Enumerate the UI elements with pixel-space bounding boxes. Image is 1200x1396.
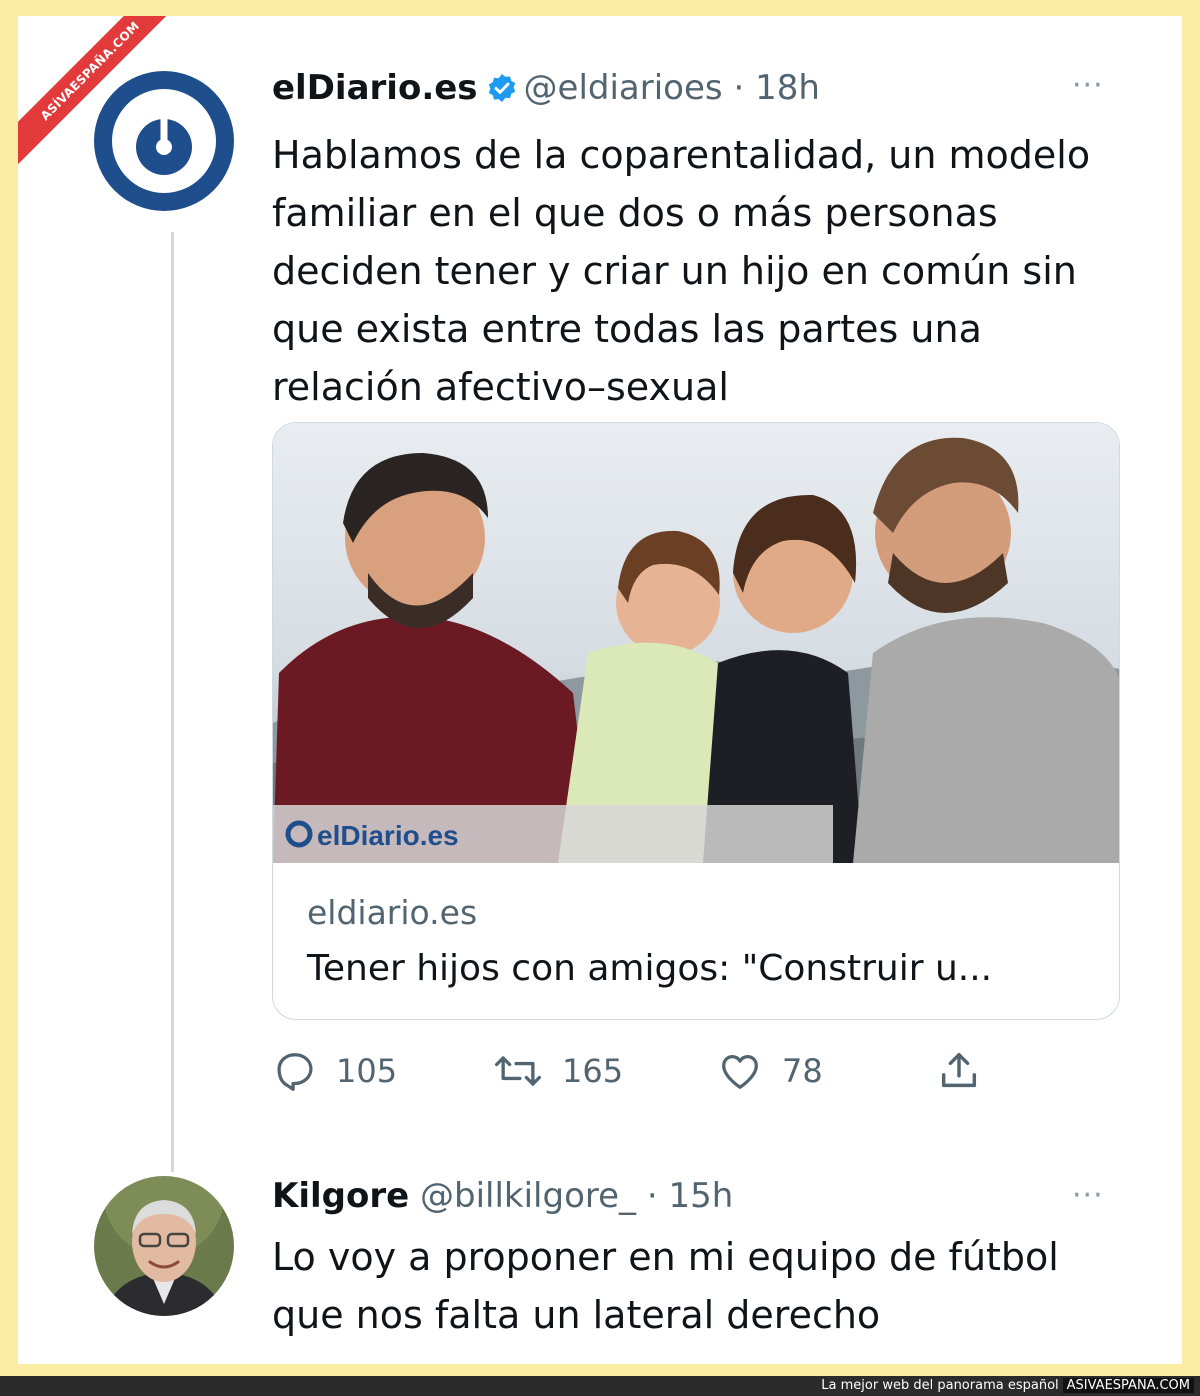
verified-badge-icon [486,72,518,113]
card-title: Tener hijos con amigos: "Construir u... [307,948,993,989]
author-name[interactable]: elDiario.es [272,68,478,108]
tweet-text: Hablamos de la coparentalidad, un modelo… [272,133,1091,409]
tweet-actions: 105 165 78 [272,1046,1032,1096]
reply-time[interactable]: 15h [668,1176,733,1216]
tweet-time[interactable]: 18h [755,68,820,108]
card-photo-watermark: elDiario.es [317,820,459,851]
watermark-ribbon-text: ASÍVAESPAÑA.COM [18,16,188,174]
screenshot-frame: ASÍVAESPAÑA.COM elDiario.es @eldiarioes ·… [18,16,1182,1364]
like-button[interactable]: 78 [716,1046,823,1096]
thread-line [171,232,174,1172]
share-icon [941,1052,977,1088]
site-footer: La mejor web del panorama español ASIVAES… [0,1376,1200,1396]
reply-button[interactable]: 105 [272,1046,397,1096]
reply-author-handle[interactable]: @billkilgore_ [420,1176,636,1216]
reply-text: Lo voy a proponer en mi equipo de fútbol… [272,1235,1059,1337]
footer-tagline: La mejor web del panorama español [821,1378,1059,1393]
card-photo: elDiario.es [273,423,1119,863]
kilgore-avatar-image [94,1176,234,1316]
reply-count: 105 [336,1052,398,1090]
retweet-count: 165 [562,1052,624,1090]
footer-brand[interactable]: ASIVAESPANA.COM [1062,1378,1194,1393]
reply-author-name[interactable]: Kilgore [272,1176,409,1216]
reply-header: Kilgore @billkilgore_ · 15h [272,1176,733,1216]
kilgore-avatar[interactable] [94,1176,234,1316]
like-count: 78 [782,1052,823,1090]
more-options-icon[interactable]: ··· [1072,68,1104,103]
retweet-button[interactable]: 165 [492,1046,623,1096]
reply-icon [277,1053,313,1091]
reply-more-options-icon[interactable]: ··· [1072,1178,1104,1213]
share-button[interactable] [936,1046,982,1096]
watermark-ribbon: ASÍVAESPAÑA.COM [18,16,188,186]
heart-icon [722,1054,758,1089]
card-body: eldiario.es Tener hijos con amigos: "Con… [307,893,992,989]
reply-time-separator: · [646,1176,658,1216]
tweet-header: elDiario.es @eldiarioes · 18h [272,68,820,113]
retweet-icon [494,1056,542,1086]
link-card[interactable]: elDiario.es eldiario.es Tener hijos con … [272,422,1120,1020]
time-separator: · [733,68,745,108]
author-handle[interactable]: @eldiarioes [524,68,723,108]
card-domain: eldiario.es [307,893,478,932]
